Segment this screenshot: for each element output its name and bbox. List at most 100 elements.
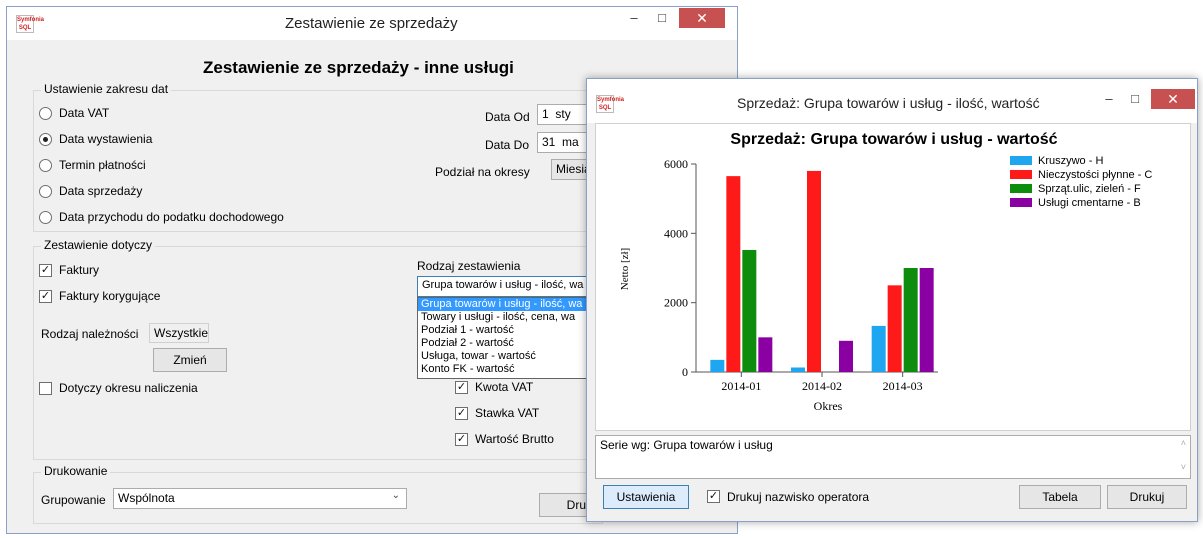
y-tick-label: 4000: [664, 226, 688, 240]
legend-swatch: [1010, 198, 1032, 207]
settings-button[interactable]: Ustawienia: [603, 485, 689, 509]
checkbox-kwota-vat[interactable]: ✓: [455, 381, 468, 394]
period-label: Podział na okresy: [435, 165, 530, 179]
x-axis-label: Okres: [814, 399, 843, 413]
radio-data-vat-label: Data VAT: [59, 106, 110, 120]
date-to-label: Data Do: [485, 138, 530, 152]
dropdown-option[interactable]: Usługa, towar - wartość: [418, 350, 588, 363]
checkbox-stawka-vat[interactable]: ✓: [455, 407, 468, 420]
checkbox-wartosc-brutto-label: Wartość Brutto: [475, 432, 554, 446]
legend-swatch: [1010, 170, 1032, 179]
x-tick-label: 2014-01: [721, 379, 761, 393]
radio-data-sprzedazy-label: Data sprzedaży: [59, 184, 143, 198]
maximize-icon[interactable]: □: [1123, 89, 1147, 109]
date-from-day: 1: [542, 107, 549, 121]
bar: [887, 285, 902, 372]
receivable-label: Rodzaj należności: [41, 327, 139, 341]
radio-data-przychodu-label: Data przychodu do podatku dochodowego: [59, 210, 284, 224]
main-window-title: Zestawienie ze sprzedaży: [285, 15, 458, 32]
maximize-icon[interactable]: □: [649, 8, 675, 28]
bar: [807, 170, 821, 372]
dropdown-option[interactable]: Podział 2 - wartość: [418, 337, 588, 350]
y-axis-label: Netto [zł]: [619, 248, 631, 290]
chart-title-bar[interactable]: Symfonia SQL Sprzedaż: Grupa towarów i u…: [587, 79, 1197, 123]
legend-entry: Usługi cmentarne - B: [1038, 197, 1141, 209]
bar: [710, 359, 725, 372]
checkbox-faktury-korygujace-label: Faktury korygujące: [59, 289, 161, 303]
minimize-icon[interactable]: –: [621, 8, 647, 28]
chart-window-title: Sprzedaż: Grupa towarów i usług - ilość,…: [737, 95, 1040, 111]
y-tick-label: 0: [682, 365, 688, 379]
checkbox-okres-naliczenia: [39, 382, 52, 395]
radio-data-wystawienia[interactable]: [39, 133, 52, 146]
bar: [903, 268, 918, 372]
series-text-area[interactable]: Serie wg: Grupa towarów i usług ˄ ˅: [595, 435, 1191, 479]
change-button[interactable]: Zmień: [153, 348, 227, 372]
chart-title: Sprzedaż: Grupa towarów i usług - wartoś…: [730, 131, 1057, 148]
close-icon[interactable]: ✕: [679, 8, 725, 28]
bar: [742, 249, 757, 372]
minimize-icon[interactable]: –: [1097, 89, 1121, 109]
bar: [758, 337, 773, 372]
bar: [919, 268, 934, 372]
chart-window: Symfonia SQL Sprzedaż: Grupa towarów i u…: [586, 78, 1198, 522]
legend-entry: Nieczystości płynne - C: [1038, 169, 1152, 181]
checkbox-wartosc-brutto[interactable]: ✓: [455, 433, 468, 446]
y-tick-label: 6000: [664, 157, 688, 171]
bar: [791, 367, 805, 372]
legend-entry: Kruszywo - H: [1038, 155, 1103, 167]
date-to-month: ma: [562, 135, 579, 149]
legend-swatch: [1010, 184, 1032, 193]
bar: [726, 176, 741, 372]
legend-swatch: [1010, 156, 1032, 165]
report-type-select[interactable]: Grupa towarów i usług - ilość, wa: [417, 276, 587, 297]
grouping-label: Grupowanie: [41, 493, 106, 507]
close-icon[interactable]: ✕: [1151, 89, 1195, 109]
radio-data-przychodu[interactable]: [39, 211, 52, 224]
receivable-value: Wszystkie: [149, 323, 209, 343]
dropdown-option[interactable]: Podział 1 - wartość: [418, 324, 588, 337]
main-title-bar[interactable]: Symfonia SQL Zestawienie ze sprzedaży – …: [7, 7, 737, 40]
checkbox-stawka-vat-label: Stawka VAT: [475, 406, 540, 420]
sales-chart: Sprzedaż: Grupa towarów i usług - wartoś…: [595, 123, 1191, 431]
grouping-select[interactable]: Wspólnota ⌄: [113, 488, 407, 509]
date-from-month: sty: [555, 107, 571, 121]
series-text: Serie wg: Grupa towarów i usług: [600, 438, 773, 452]
chevron-down-icon: ⌄: [391, 490, 400, 501]
radio-data-wystawienia-label: Data wystawienia: [59, 132, 153, 146]
grouping-value: Wspólnota: [118, 491, 175, 505]
applies-label: Zestawienie dotyczy: [41, 238, 156, 252]
checkbox-faktury-label: Faktury: [59, 263, 100, 277]
radio-data-vat[interactable]: [39, 107, 52, 120]
scroll-up-icon[interactable]: ˄: [1181, 438, 1186, 448]
radio-termin-platnosci[interactable]: [39, 159, 52, 172]
checkbox-print-operator-label: Drukuj nazwisko operatora: [727, 490, 870, 504]
checkbox-okres-naliczenia-label: Dotyczy okresu naliczenia: [59, 381, 198, 395]
page-title: Zestawienie ze sprzedaży - inne usługi: [203, 58, 514, 77]
dropdown-option[interactable]: Towary i usługi - ilość, cena, wa: [418, 311, 588, 324]
checkbox-print-operator[interactable]: ✓: [707, 490, 720, 503]
radio-termin-platnosci-label: Termin płatności: [59, 158, 146, 172]
app-logo-icon: Symfonia SQL: [596, 95, 625, 113]
report-type-label: Rodzaj zestawienia: [417, 259, 521, 273]
dropdown-option[interactable]: Grupa towarów i usług - ilość, wa: [418, 298, 588, 311]
checkbox-faktury-korygujace[interactable]: ✓: [39, 290, 52, 303]
radio-data-sprzedazy[interactable]: [39, 185, 52, 198]
table-button[interactable]: Tabela: [1019, 485, 1101, 509]
legend-entry: Sprząt.ulic, zieleń - F: [1038, 183, 1141, 195]
date-to-day: 31: [542, 135, 556, 149]
print-chart-button[interactable]: Drukuj: [1107, 485, 1187, 509]
x-tick-label: 2014-03: [883, 379, 923, 393]
bar: [839, 340, 853, 372]
bar: [871, 325, 886, 372]
date-from-label: Data Od: [485, 110, 530, 124]
app-logo-icon: Symfonia SQL: [16, 15, 45, 33]
dropdown-option[interactable]: Konto FK - wartość: [418, 363, 588, 376]
print-label: Drukowanie: [41, 464, 111, 478]
y-tick-label: 2000: [664, 296, 688, 310]
scroll-down-icon[interactable]: ˅: [1181, 462, 1186, 472]
checkbox-faktury[interactable]: ✓: [39, 264, 52, 277]
checkbox-kwota-vat-label: Kwota VAT: [475, 380, 534, 394]
date-range-label: Ustawienie zakresu dat: [41, 82, 172, 96]
report-type-dropdown-list: Grupa towarów i usług - ilość, wa Towary…: [417, 297, 589, 379]
